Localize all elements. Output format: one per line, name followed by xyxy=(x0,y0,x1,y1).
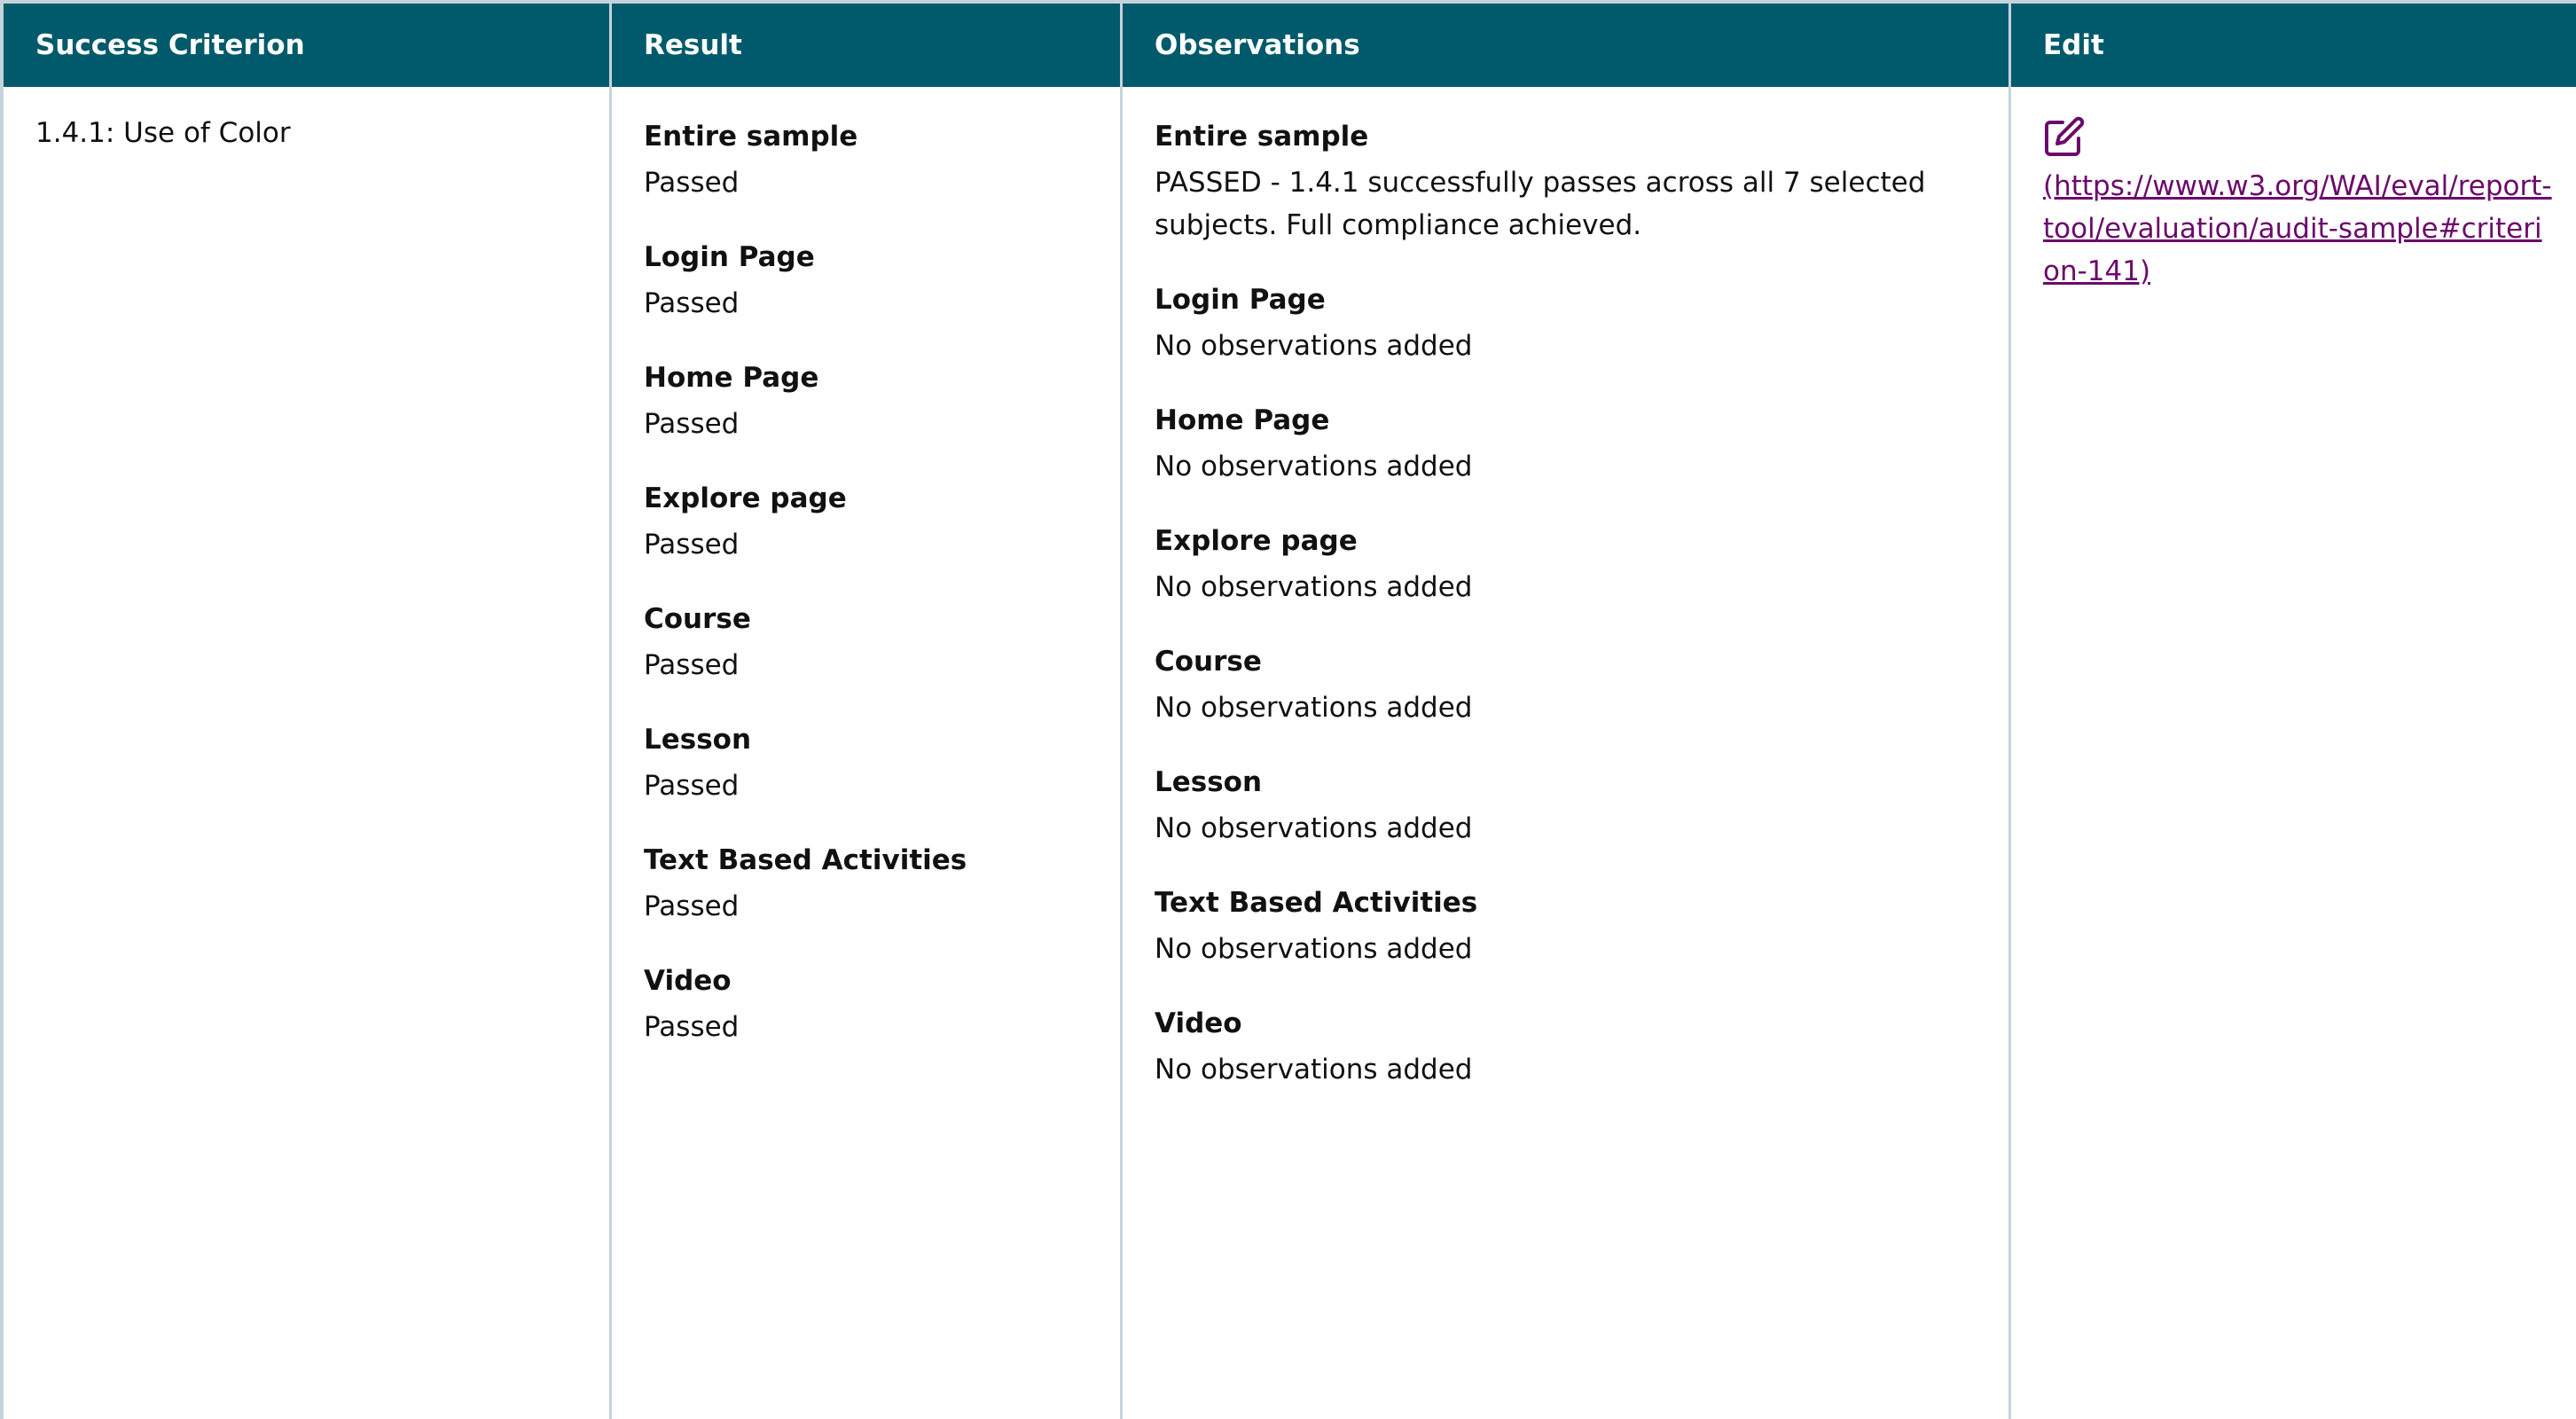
edit-icon[interactable] xyxy=(2043,115,2086,158)
header-success-criterion: Success Criterion xyxy=(4,4,612,87)
observation-group-value: No observations added xyxy=(1155,1054,1473,1086)
observation-group: Video No observations added xyxy=(1155,999,2008,1091)
result-group-heading: Login Page xyxy=(644,241,815,273)
result-group: Course Passed xyxy=(644,594,1120,686)
evaluation-report-table: Success Criterion Result Observations Ed… xyxy=(0,0,2576,1419)
table-row: 1.4.1: Use of Color Entire sample Passed… xyxy=(4,87,2576,1419)
observation-group-value: No observations added xyxy=(1155,571,1473,603)
header-edit: Edit xyxy=(2043,29,2104,61)
result-group: Explore page Passed xyxy=(644,474,1120,566)
result-cell: Entire sample Passed Login Page Passed H… xyxy=(612,87,1123,1419)
result-group-value: Passed xyxy=(644,770,740,802)
criterion-cell: 1.4.1: Use of Color xyxy=(4,87,612,1419)
result-group: Home Page Passed xyxy=(644,353,1120,445)
result-group: Login Page Passed xyxy=(644,232,1120,325)
observation-group-heading: Entire sample xyxy=(1155,121,1369,153)
observation-group: Course No observations added xyxy=(1155,637,2008,729)
result-group: Text Based Activities Passed xyxy=(644,835,1120,928)
observation-group-heading: Login Page xyxy=(1155,284,1326,316)
result-group: Entire sample Passed xyxy=(644,112,1120,204)
result-group-value: Passed xyxy=(644,287,740,319)
result-group-heading: Video xyxy=(644,965,732,997)
result-group: Video Passed xyxy=(644,956,1120,1048)
result-group-heading: Entire sample xyxy=(644,121,858,153)
observation-group: Entire sample PASSED - 1.4.1 successfull… xyxy=(1155,112,2008,247)
observation-group: Explore page No observations added xyxy=(1155,516,2008,608)
result-group-value: Passed xyxy=(644,408,740,440)
result-group-value: Passed xyxy=(644,1011,740,1043)
observation-group-heading: Course xyxy=(1155,646,1262,678)
observation-group: Home Page No observations added xyxy=(1155,396,2008,488)
observation-group: Lesson No observations added xyxy=(1155,757,2008,850)
observation-group-value: No observations added xyxy=(1155,451,1473,482)
table-header-row: Success Criterion Result Observations Ed… xyxy=(4,4,2576,87)
observation-group-heading: Video xyxy=(1155,1007,1242,1039)
observations-cell: Entire sample PASSED - 1.4.1 successfull… xyxy=(1123,87,2011,1419)
observation-group: Text Based Activities No observations ad… xyxy=(1155,878,2008,970)
observation-group-heading: Explore page xyxy=(1155,525,1358,557)
observation-group-value: No observations added xyxy=(1155,933,1473,965)
result-group-heading: Text Based Activities xyxy=(644,844,967,876)
result-group-heading: Lesson xyxy=(644,724,752,756)
edit-cell: (https://www.w3.org/WAI/eval/report-tool… xyxy=(2011,87,2576,1419)
result-group-value: Passed xyxy=(644,167,740,199)
result-group-value: Passed xyxy=(644,529,740,561)
result-group-heading: Explore page xyxy=(644,482,847,514)
observation-group-value: PASSED - 1.4.1 successfully passes acros… xyxy=(1155,167,1926,241)
criterion-name: 1.4.1: Use of Color xyxy=(35,117,291,149)
observation-group-heading: Home Page xyxy=(1155,404,1330,436)
edit-criterion-link[interactable]: (https://www.w3.org/WAI/eval/report-tool… xyxy=(2043,115,2576,293)
result-group-heading: Home Page xyxy=(644,362,819,394)
observation-group-value: No observations added xyxy=(1155,330,1473,362)
result-group-value: Passed xyxy=(644,890,740,922)
header-result: Result xyxy=(612,4,1123,87)
observation-group-heading: Lesson xyxy=(1155,766,1263,798)
result-group-heading: Course xyxy=(644,603,751,635)
header-observations: Observations xyxy=(1123,4,2011,87)
result-group-value: Passed xyxy=(644,649,740,681)
observation-group-heading: Text Based Activities xyxy=(1155,887,1478,919)
edit-link-text[interactable]: (https://www.w3.org/WAI/eval/report-tool… xyxy=(2043,170,2552,287)
observation-group: Login Page No observations added xyxy=(1155,275,2008,367)
observation-group-value: No observations added xyxy=(1155,812,1473,844)
result-group: Lesson Passed xyxy=(644,715,1120,807)
observation-group-value: No observations added xyxy=(1155,692,1473,724)
